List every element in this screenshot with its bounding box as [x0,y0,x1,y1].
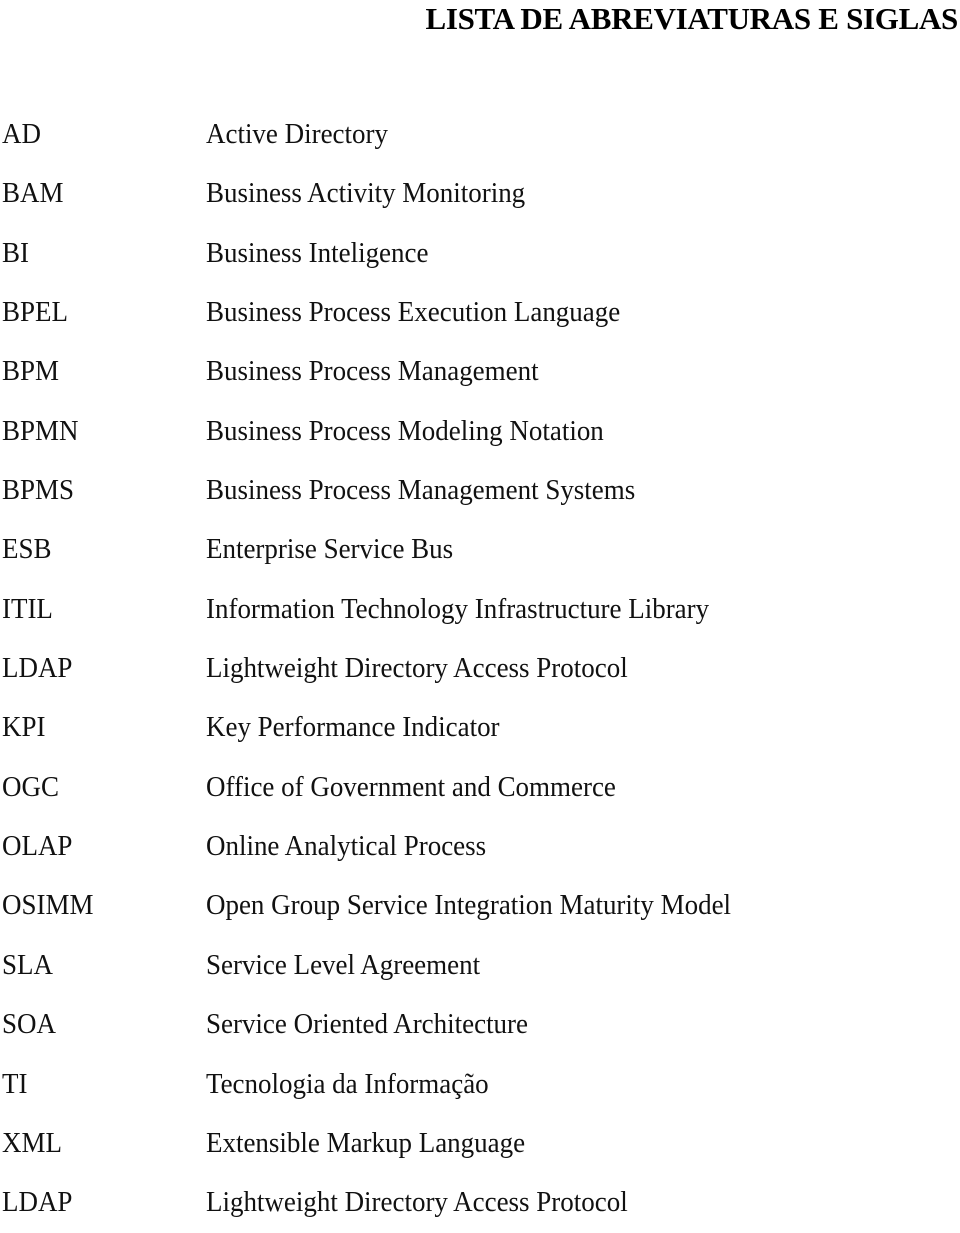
abbreviation-term: ITIL [2,592,53,625]
abbreviation-definition: Extensible Markup Language [206,1126,526,1159]
abbreviation-row: TI Tecnologia da Informação [0,1055,960,1114]
abbreviation-row: SLA Service Level Agreement [0,936,960,995]
abbreviation-definition: Lightweight Directory Access Protocol [206,1186,628,1219]
abbreviation-term: BI [2,236,29,269]
abbreviation-row: ESB Enterprise Service Bus [0,520,960,579]
abbreviation-term: ESB [2,533,52,566]
abbreviation-row: BPMN Business Process Modeling Notation [0,402,960,461]
page-title: LISTA DE ABREVIATURAS E SIGLAS [425,1,958,36]
abbreviation-term: OLAP [2,830,73,863]
abbreviation-term: SLA [2,948,53,981]
abbreviation-row: ITIL Information Technology Infrastructu… [0,580,960,639]
abbreviation-row: KPI Key Performance Indicator [0,698,960,757]
abbreviation-term: SOA [2,1008,56,1041]
abbreviation-definition: Business Activity Monitoring [206,177,526,210]
abbreviation-row: BAM Business Activity Monitoring [0,164,960,223]
abbreviation-definition: Office of Government and Commerce [206,770,616,803]
abbreviation-row: OSIMM Open Group Service Integration Mat… [0,876,960,935]
abbreviation-row: BPMS Business Process Management Systems [0,461,960,520]
abbreviation-definition: Information Technology Infrastructure Li… [206,592,710,625]
abbreviation-definition: Service Oriented Architecture [206,1008,528,1041]
abbreviation-definition: Active Directory [206,118,388,150]
abbreviation-definition: Business Inteligence [206,236,429,269]
abbreviation-term: TI [2,1067,28,1100]
abbreviation-row: SOA Service Oriented Architecture [0,995,960,1054]
abbreviation-definition: Lightweight Directory Access Protocol [206,652,628,685]
abbreviation-row: LDAP Lightweight Directory Access Protoc… [0,639,960,698]
abbreviation-row: BPEL Business Process Execution Language [0,283,960,342]
abbreviation-term: KPI [2,711,46,744]
abbreviation-row: BPM Business Process Management [0,342,960,401]
abbreviation-definition: Business Process Management Systems [206,474,636,507]
abbreviation-term: BAM [2,177,64,210]
abbreviation-term: OGC [2,770,59,803]
abbreviation-definition: Tecnologia da Informação [206,1067,489,1100]
abbreviation-term: OSIMM [2,889,94,922]
abbreviation-row: OLAP Online Analytical Process [0,817,960,876]
abbreviation-term: LDAP [2,652,73,685]
abbreviation-definition: Open Group Service Integration Maturity … [206,889,732,922]
abbreviation-term: BPMN [2,414,79,447]
abbreviation-definition: Enterprise Service Bus [206,533,454,566]
abbreviation-term: LDAP [2,1186,73,1219]
abbreviation-term: XML [2,1126,62,1159]
abbreviation-row: OGC Office of Government and Commerce [0,758,960,817]
abbreviation-definition: Service Level Agreement [206,948,481,981]
abbreviation-definition: Key Performance Indicator [206,711,500,744]
abbreviation-term: BPM [2,355,59,388]
abbreviation-row: XML Extensible Markup Language [0,1114,960,1173]
abbreviation-term: BPEL [2,296,68,329]
abbreviation-definition: Business Process Execution Language [206,296,621,329]
abbreviation-row: AD Active Directory [0,105,960,164]
abbreviation-row: BI Business Inteligence [0,224,960,283]
abbreviation-term: BPMS [2,474,74,507]
abbreviation-row: LDAP Lightweight Directory Access Protoc… [0,1173,960,1232]
abbreviation-definition: Online Analytical Process [206,830,487,863]
abbreviation-definition: Business Process Management [206,355,539,388]
abbreviation-list: AD Active Directory BAM Business Activit… [0,105,960,1233]
abbreviation-term: AD [2,118,41,150]
abbreviation-definition: Business Process Modeling Notation [206,414,604,447]
